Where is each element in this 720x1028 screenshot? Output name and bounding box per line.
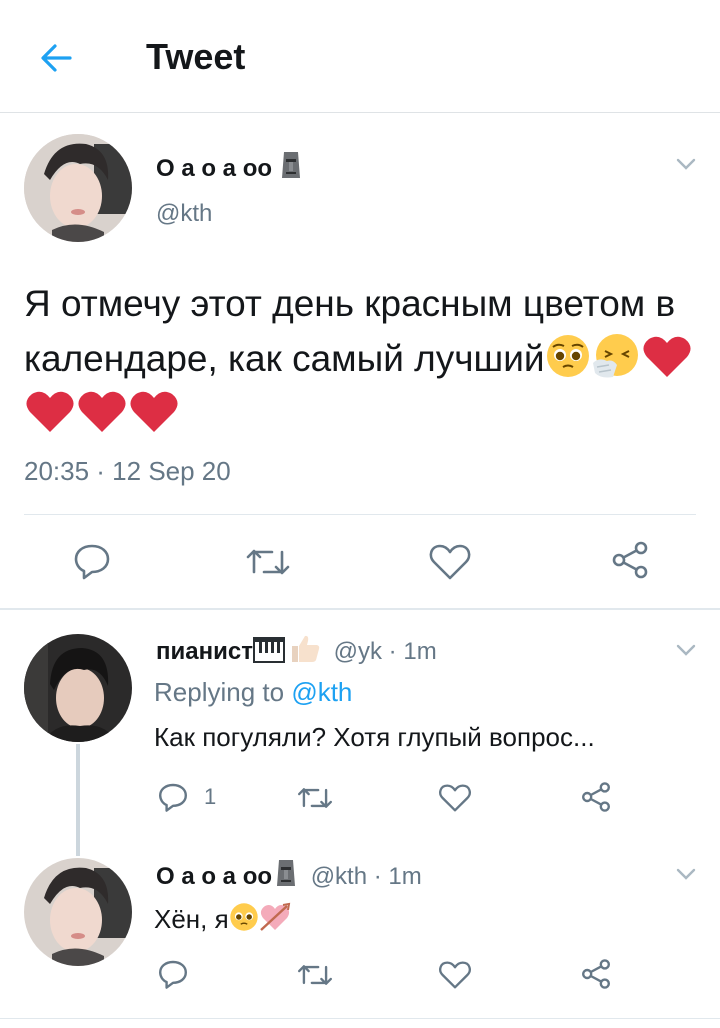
share-icon[interactable] [580,958,612,990]
thread-line [76,744,80,856]
thumbs-up-emoji [291,635,320,662]
tweet-text: Я отмечу этот день красным цветом в кале… [24,276,704,441]
moai-emoji [281,152,300,178]
share-icon[interactable] [610,540,650,580]
back-arrow-icon[interactable] [36,38,76,78]
like-icon[interactable] [438,959,472,991]
replying-to-label: Replying to [154,677,285,707]
avatar[interactable] [24,858,132,966]
reply-icon[interactable] [157,781,189,813]
reply-time: 1m [388,863,422,890]
avatar[interactable] [24,634,132,742]
reply-time: 1m [403,638,437,665]
separator-dot: · [373,863,382,890]
top-bar: Tweet [0,0,720,113]
chevron-down-icon[interactable] [674,152,698,176]
like-icon[interactable] [438,782,472,814]
like-icon[interactable] [428,542,472,582]
pleading-face-emoji [546,335,589,377]
red-heart-emoji [130,391,178,432]
divider [24,514,696,515]
reply-icon[interactable] [72,541,112,581]
share-icon[interactable] [580,781,612,813]
reply-text: Хён, я [154,904,229,934]
replying-to-link[interactable]: @kth [291,677,352,707]
user-handle[interactable]: @kth [156,200,212,228]
chevron-down-icon[interactable] [674,638,698,662]
reply-icon[interactable] [157,958,189,990]
retweet-icon[interactable] [244,542,292,582]
avatar[interactable] [24,134,132,242]
display-name[interactable]: пианист [156,638,253,665]
user-handle[interactable]: @kth [311,863,367,890]
bottom-divider [0,1018,720,1019]
display-name[interactable]: О а о а оо [156,863,272,890]
avatar-photo [24,858,132,966]
red-heart-emoji [26,391,74,432]
display-name[interactable]: О а о а оо [156,155,272,182]
reply-count: 1 [204,784,217,809]
piano-emoji [252,637,285,663]
heart-with-arrow-emoji [259,902,290,931]
tweet-timestamp[interactable]: 20:35 · 12 Sep 20 [24,456,231,487]
section-divider [0,608,720,610]
avatar-photo [24,634,132,742]
red-heart-emoji [643,336,691,377]
red-heart-emoji [78,391,126,432]
replying-to: Replying to @kth [154,677,352,708]
pleading-face-emoji [229,903,258,931]
avatar-photo [24,134,132,242]
retweet-icon[interactable] [296,959,334,991]
user-handle[interactable]: @yk [334,638,382,665]
reply-text: Как погуляли? Хотя глупый вопрос... [154,722,595,752]
separator-dot: · [388,638,397,665]
retweet-icon[interactable] [296,782,334,814]
sneezing-face-emoji [592,334,638,378]
chevron-down-icon[interactable] [674,862,698,886]
page-title: Tweet [146,36,246,77]
moai-emoji [277,860,296,886]
